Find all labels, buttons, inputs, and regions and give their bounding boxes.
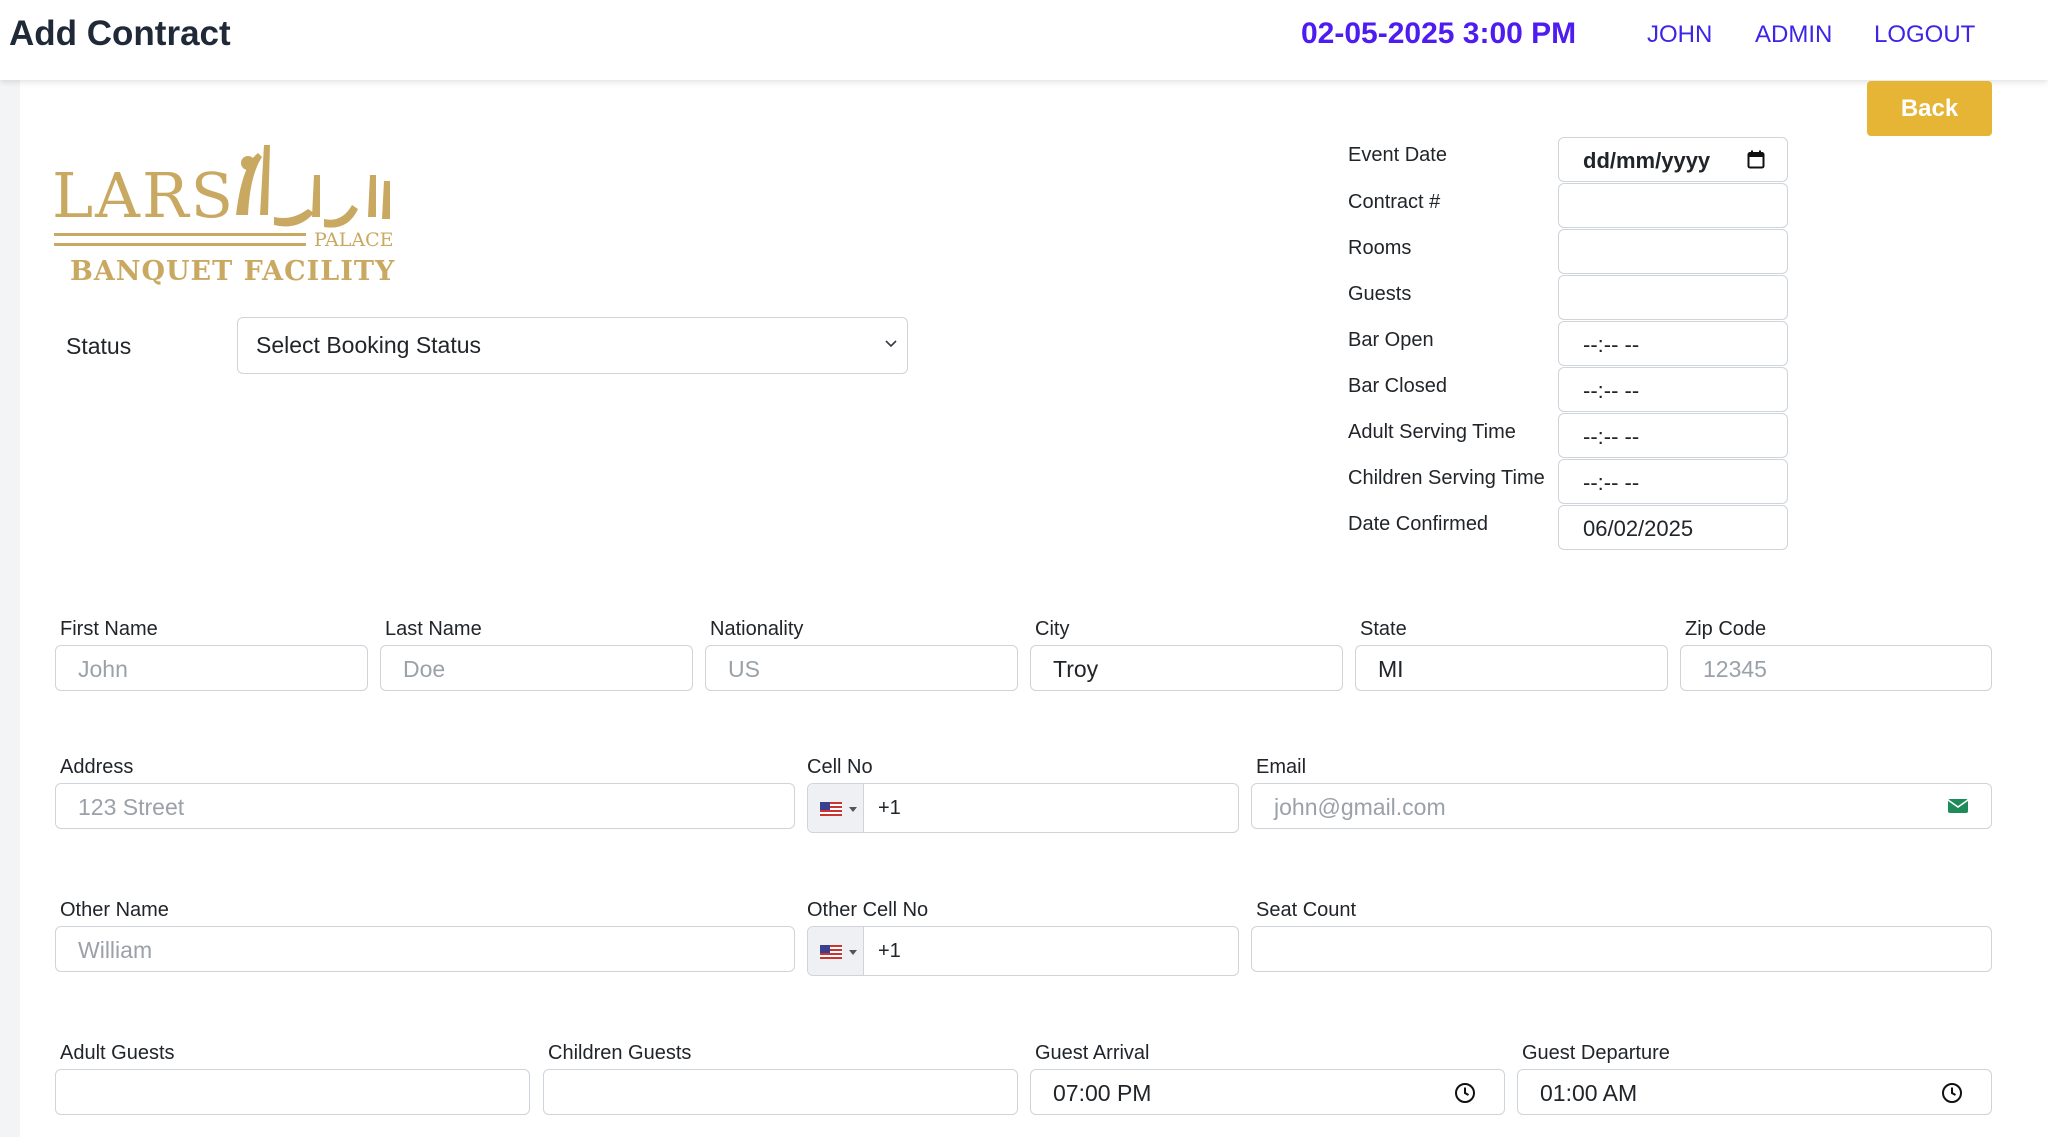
- email-envelope-icon: [1947, 799, 1969, 813]
- guest-departure-input[interactable]: 01:00 AM: [1517, 1069, 1992, 1115]
- event-date-input[interactable]: dd/mm/yyyy: [1558, 137, 1788, 182]
- nationality-label: Nationality: [710, 618, 804, 640]
- adult-serving-time-input[interactable]: --:-- --: [1558, 413, 1788, 458]
- children-guests-label: Children Guests: [548, 1042, 692, 1064]
- nationality-input[interactable]: US: [705, 645, 1018, 691]
- nav-logout-link[interactable]: LOGOUT: [1874, 21, 1975, 49]
- seat-count-label: Seat Count: [1256, 899, 1357, 921]
- last-name-label: Last Name: [385, 618, 482, 640]
- nav-user-link[interactable]: JOHN: [1647, 21, 1712, 49]
- guests-label: Guests: [1348, 283, 1412, 305]
- guest-arrival-value: 07:00 PM: [1053, 1080, 1152, 1106]
- bar-closed-label: Bar Closed: [1348, 375, 1447, 397]
- caret-down-icon: [849, 950, 857, 955]
- adult-serving-time-label: Adult Serving Time: [1348, 421, 1516, 443]
- children-serving-time-input[interactable]: --:-- --: [1558, 459, 1788, 504]
- other-country-code-dropdown[interactable]: [808, 927, 864, 975]
- bar-closed-input[interactable]: --:-- --: [1558, 367, 1788, 412]
- date-confirmed-label: Date Confirmed: [1348, 513, 1489, 535]
- zip-code-label: Zip Code: [1685, 618, 1767, 640]
- calendar-icon[interactable]: [1747, 150, 1765, 169]
- other-cell-dial-code: +1: [878, 940, 901, 962]
- clock-icon[interactable]: [1941, 1082, 1963, 1104]
- city-input[interactable]: Troy: [1030, 645, 1343, 691]
- booking-status-value: Select Booking Status: [256, 332, 482, 358]
- svg-text:PALACE: PALACE: [314, 229, 394, 251]
- first-name-input[interactable]: John: [55, 645, 368, 691]
- clock-icon[interactable]: [1454, 1082, 1476, 1104]
- cell-no-label: Cell No: [807, 756, 873, 778]
- booking-status-select[interactable]: Select Booking Status: [237, 317, 908, 374]
- rooms-input[interactable]: [1558, 229, 1788, 274]
- us-flag-icon: [820, 945, 842, 959]
- rooms-label: Rooms: [1348, 237, 1412, 259]
- other-cell-no-input[interactable]: +1: [807, 926, 1239, 976]
- date-confirmed-input[interactable]: 06/02/2025: [1558, 505, 1788, 550]
- bar-open-input[interactable]: --:-- --: [1558, 321, 1788, 366]
- page-title: Add Contract: [9, 14, 231, 53]
- back-button[interactable]: Back: [1867, 81, 1992, 136]
- adult-guests-input[interactable]: [55, 1069, 530, 1115]
- state-input[interactable]: MI: [1355, 645, 1668, 691]
- email-input[interactable]: john@gmail.com: [1251, 783, 1992, 829]
- first-name-label: First Name: [60, 618, 158, 640]
- event-date-value: dd/mm/yyyy: [1583, 148, 1711, 173]
- bar-open-label: Bar Open: [1348, 329, 1434, 351]
- caret-down-icon: [849, 807, 857, 812]
- state-label: State: [1360, 618, 1407, 640]
- contract-number-input[interactable]: [1558, 183, 1788, 228]
- children-serving-time-label: Children Serving Time: [1348, 467, 1545, 489]
- email-label: Email: [1256, 756, 1307, 778]
- email-placeholder: john@gmail.com: [1274, 794, 1446, 820]
- guests-input[interactable]: [1558, 275, 1788, 320]
- children-guests-input[interactable]: [543, 1069, 1018, 1115]
- contract-number-label: Contract #: [1348, 191, 1441, 213]
- other-name-label: Other Name: [60, 899, 169, 921]
- cell-no-input[interactable]: +1: [807, 783, 1239, 833]
- country-code-dropdown[interactable]: [808, 784, 864, 832]
- guest-arrival-input[interactable]: 07:00 PM: [1030, 1069, 1505, 1115]
- other-cell-no-label: Other Cell No: [807, 899, 929, 921]
- zip-code-input[interactable]: 12345: [1680, 645, 1992, 691]
- status-label: Status: [66, 333, 132, 359]
- city-label: City: [1035, 618, 1070, 640]
- event-date-label: Event Date: [1348, 144, 1447, 166]
- current-datetime: 02-05-2025 3:00 PM: [1301, 17, 1577, 50]
- last-name-input[interactable]: Doe: [380, 645, 693, 691]
- seat-count-input[interactable]: [1251, 926, 1992, 972]
- top-bar: Add Contract 02-05-2025 3:00 PM JOHN ADM…: [0, 0, 2048, 80]
- svg-text:LARS: LARS: [52, 159, 235, 232]
- other-name-input[interactable]: William: [55, 926, 795, 972]
- us-flag-icon: [820, 802, 842, 816]
- guest-departure-value: 01:00 AM: [1540, 1080, 1638, 1106]
- guest-departure-label: Guest Departure: [1522, 1042, 1670, 1064]
- address-input[interactable]: 123 Street: [55, 783, 795, 829]
- guest-arrival-label: Guest Arrival: [1035, 1042, 1150, 1064]
- address-label: Address: [60, 756, 134, 778]
- adult-guests-label: Adult Guests: [60, 1042, 175, 1064]
- cell-dial-code: +1: [878, 797, 901, 819]
- chevron-down-icon: [885, 340, 897, 348]
- nav-admin-link[interactable]: ADMIN: [1755, 21, 1832, 49]
- logo-subtitle: BANQUET FACILITY: [70, 256, 396, 287]
